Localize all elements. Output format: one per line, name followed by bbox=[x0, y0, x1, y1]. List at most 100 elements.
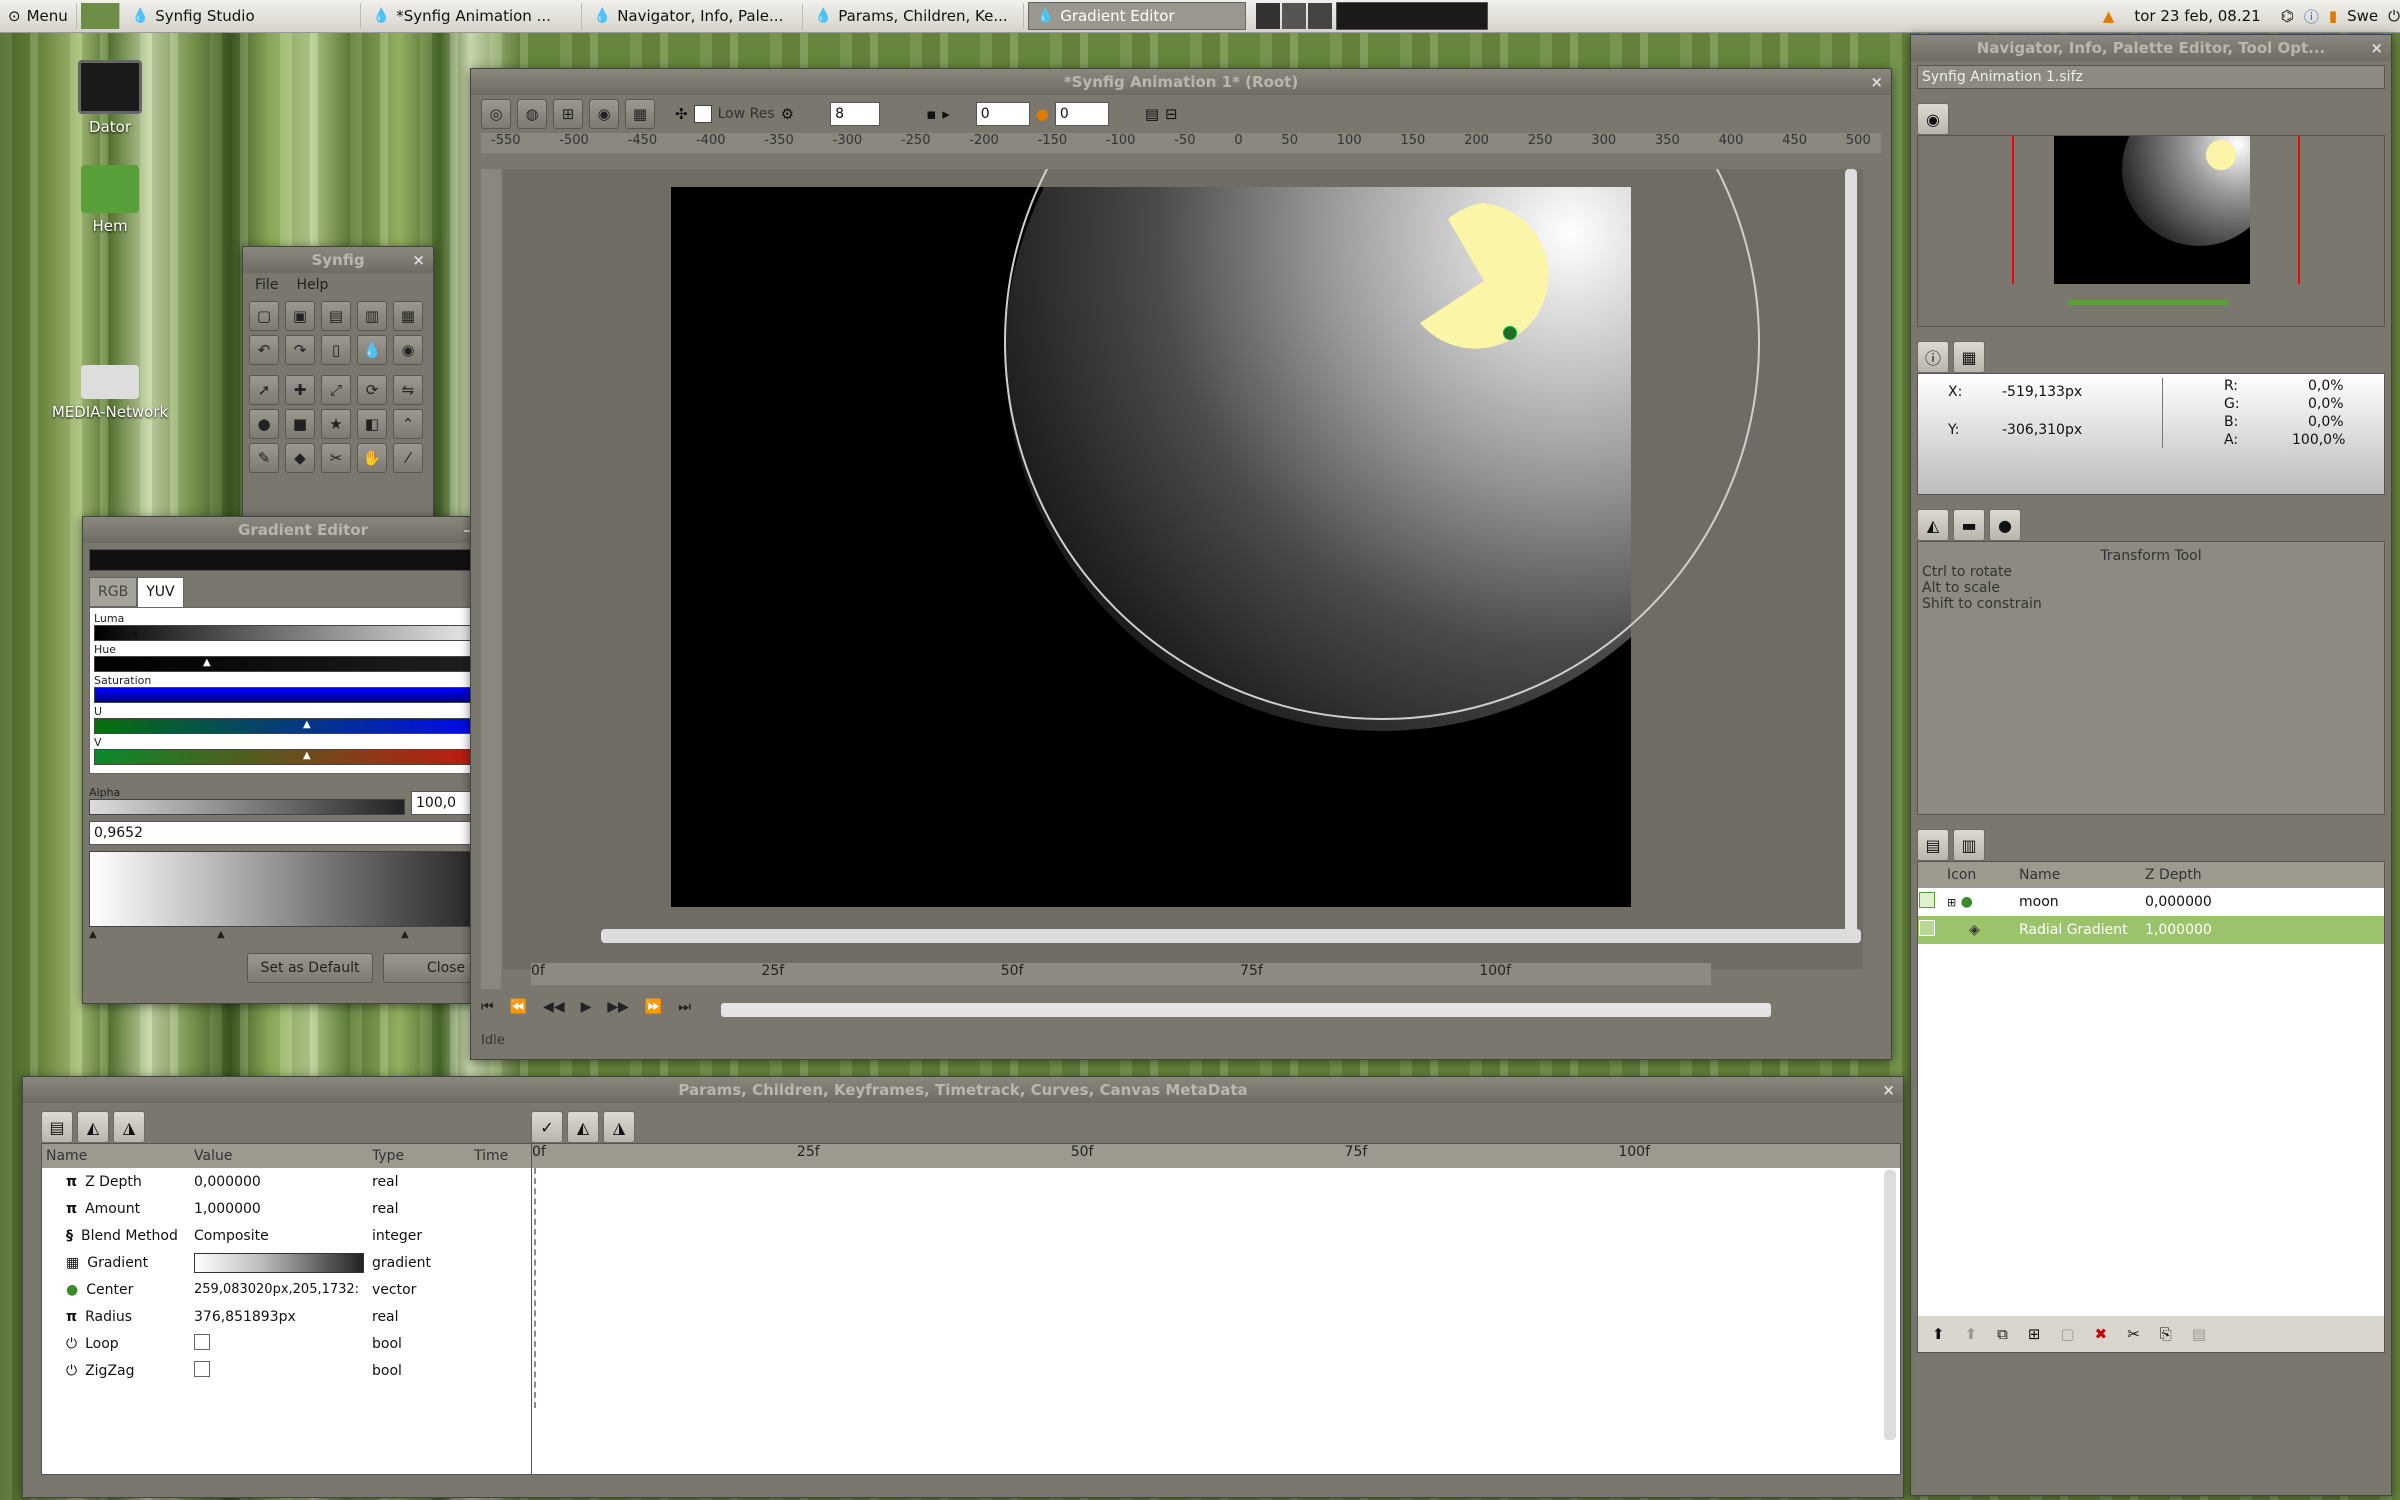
preview-icon[interactable]: ◍ bbox=[517, 99, 547, 129]
desktop-icon-media[interactable]: MEDIA-Network bbox=[50, 365, 170, 421]
desktop-icon-home[interactable]: Hem bbox=[50, 165, 170, 235]
network-icon[interactable]: ⌬ bbox=[2281, 7, 2294, 25]
close-icon[interactable]: × bbox=[1870, 69, 1883, 95]
layer-visibility-checkbox[interactable] bbox=[1919, 892, 1935, 908]
column-header-icon[interactable]: Icon bbox=[1946, 862, 2018, 888]
spline-tool-icon[interactable]: ⌃ bbox=[393, 409, 423, 439]
cutout-tool-icon[interactable]: ✂ bbox=[321, 443, 351, 473]
param-value[interactable]: 1,000000 bbox=[193, 1195, 371, 1222]
close-icon[interactable]: × bbox=[2370, 35, 2383, 61]
time-ruler[interactable]: 0f 25f 50f 75f 100f bbox=[531, 963, 1711, 985]
save-icon[interactable]: ▤ bbox=[321, 301, 351, 331]
past-onion-spinbox[interactable]: 0 bbox=[975, 102, 1030, 126]
column-header-value[interactable]: Value bbox=[193, 1144, 371, 1168]
next-keyframe-icon[interactable]: ⏩ bbox=[645, 999, 662, 1015]
time-slider[interactable] bbox=[721, 1003, 1771, 1017]
power-icon[interactable]: ⏻ bbox=[2388, 7, 2400, 25]
clock[interactable]: tor 23 feb, 08.21 bbox=[2124, 7, 2270, 25]
timetrack-vscrollbar[interactable] bbox=[1884, 1170, 1896, 1440]
param-value[interactable]: 259,083020px,205,1732: bbox=[193, 1276, 371, 1303]
luma-slider[interactable]: ▲ bbox=[94, 625, 512, 641]
loop-checkbox[interactable] bbox=[194, 1333, 210, 1350]
expand-icon[interactable]: ⊞ bbox=[1947, 896, 1956, 909]
raise-layer-icon[interactable]: ⬆ bbox=[1932, 1325, 1945, 1343]
scale-tool-icon[interactable]: ⤢ bbox=[321, 375, 351, 405]
grid-toggle-icon[interactable]: ▦ bbox=[625, 99, 655, 129]
param-row[interactable]: π Z Depth 0,000000 real bbox=[42, 1168, 536, 1195]
slider-handle[interactable]: ▲ bbox=[303, 719, 311, 730]
layer-visibility-checkbox[interactable] bbox=[1919, 920, 1935, 936]
u-slider[interactable]: ▲ bbox=[94, 718, 512, 734]
workspace-switcher[interactable] bbox=[1255, 3, 1332, 29]
alpha-slider[interactable] bbox=[89, 799, 405, 815]
param-value[interactable]: 0,000000 bbox=[193, 1168, 371, 1195]
render-icon[interactable]: ◎ bbox=[481, 99, 511, 129]
prev-keyframe-icon[interactable]: ⏪ bbox=[510, 999, 527, 1015]
gradient-editor-titlebar[interactable]: Gradient Editor–▫× bbox=[83, 517, 523, 543]
children-tab-icon[interactable]: ◭ bbox=[77, 1111, 109, 1143]
zigzag-checkbox[interactable] bbox=[194, 1360, 210, 1377]
encapsulate-icon[interactable]: ⊞ bbox=[2028, 1325, 2041, 1343]
tool-options-tab-icon[interactable]: ◭ bbox=[1917, 509, 1949, 541]
task-animation[interactable]: 💧 *Synfig Animation ... bbox=[365, 3, 582, 29]
param-value[interactable]: 376,851893px bbox=[193, 1303, 371, 1330]
redo-icon[interactable]: ↷ bbox=[285, 335, 315, 365]
canvas-area[interactable] bbox=[503, 169, 1863, 969]
layer-name[interactable]: Radial Gradient bbox=[2018, 916, 2144, 944]
task-navigator[interactable]: 💧 Navigator, Info, Pale... bbox=[586, 3, 803, 29]
future-onion-spinbox[interactable]: 0 bbox=[1054, 102, 1109, 126]
param-row[interactable]: § Blend Method Composite integer bbox=[42, 1222, 536, 1249]
desktop-icon-computer[interactable]: Dator bbox=[50, 60, 170, 136]
column-header-zdepth[interactable]: Z Depth bbox=[2144, 862, 2384, 888]
gradient-tool-icon[interactable]: ◧ bbox=[357, 409, 387, 439]
save-all-icon[interactable]: ▦ bbox=[393, 301, 423, 331]
toggle-icon-2[interactable]: ▸ bbox=[942, 105, 950, 123]
keyboard-layout[interactable]: Swe bbox=[2347, 7, 2378, 25]
open-file-icon[interactable]: ▣ bbox=[285, 301, 315, 331]
canvas-browser-tab-icon[interactable]: ▥ bbox=[1953, 829, 1985, 861]
canvas-hscrollbar[interactable] bbox=[601, 929, 1861, 943]
transform-tool-icon[interactable]: ➚ bbox=[249, 375, 279, 405]
task-synfig-studio[interactable]: 💧 Synfig Studio bbox=[124, 3, 361, 29]
toggle-icon-1[interactable]: ▪ bbox=[926, 105, 936, 123]
play-icon[interactable]: ▶ bbox=[581, 999, 592, 1015]
eyedrop-tool-icon[interactable]: ⁄ bbox=[393, 443, 423, 473]
navigator-titlebar[interactable]: Navigator, Info, Palette Editor, Tool Op… bbox=[1911, 35, 2391, 61]
time-cursor[interactable] bbox=[534, 1168, 537, 1408]
close-icon[interactable]: × bbox=[1882, 1077, 1895, 1103]
show-desktop-button[interactable] bbox=[80, 3, 120, 29]
circle-tool-icon[interactable]: ● bbox=[249, 409, 279, 439]
prev-frame-icon[interactable]: ◀◀ bbox=[543, 999, 565, 1015]
column-header-name[interactable]: Name bbox=[42, 1144, 193, 1168]
keyframe-lock-icon[interactable]: ▤ bbox=[1145, 105, 1159, 123]
tab-rgb[interactable]: RGB bbox=[89, 577, 138, 607]
delete-layer-icon[interactable]: ✖ bbox=[2095, 1325, 2108, 1343]
slider-handle[interactable]: ▲ bbox=[131, 628, 139, 639]
smooth-move-tool-icon[interactable]: ✚ bbox=[285, 375, 315, 405]
column-header-name[interactable]: Name bbox=[2018, 862, 2144, 888]
layer-name[interactable]: moon bbox=[2018, 888, 2144, 916]
param-row[interactable]: π Radius 376,851893px real bbox=[42, 1303, 536, 1330]
info-icon[interactable]: ⓘ bbox=[2304, 6, 2319, 27]
width-tool-icon[interactable]: ✋ bbox=[357, 443, 387, 473]
quality-spinbox[interactable]: 8 bbox=[830, 102, 881, 126]
canvas-vscrollbar[interactable] bbox=[1845, 169, 1857, 939]
star-tool-icon[interactable]: ★ bbox=[321, 409, 351, 439]
save-as-icon[interactable]: ▥ bbox=[357, 301, 387, 331]
undo-icon[interactable]: ↶ bbox=[249, 335, 279, 365]
copy-icon[interactable]: ⎘ bbox=[2160, 1325, 2172, 1343]
layer-row[interactable]: ⊞ ● moon 0,000000 bbox=[1918, 888, 2384, 916]
low-res-checkbox[interactable] bbox=[693, 105, 712, 123]
zoom-fit-icon[interactable]: ⊞ bbox=[553, 99, 583, 129]
setup-icon[interactable]: ▯ bbox=[321, 335, 351, 365]
gradient-preview[interactable] bbox=[89, 851, 517, 927]
lower-layer-icon[interactable]: ⬆ bbox=[1965, 1325, 1978, 1343]
timetrack-panel[interactable]: 0f 25f 50f 75f 100f bbox=[531, 1143, 1901, 1475]
draw-tool-icon[interactable]: ✎ bbox=[249, 443, 279, 473]
toolbox-titlebar[interactable]: Synfig × bbox=[243, 247, 433, 273]
task-params[interactable]: 💧 Params, Children, Ke... bbox=[807, 3, 1024, 29]
rotate-tool-icon[interactable]: ⟳ bbox=[357, 375, 387, 405]
canvas-titlebar[interactable]: *Synfig Animation 1* (Root) × bbox=[471, 69, 1891, 95]
curves-tab-icon[interactable]: ◭ bbox=[567, 1111, 599, 1143]
tab-yuv[interactable]: YUV bbox=[137, 577, 184, 607]
